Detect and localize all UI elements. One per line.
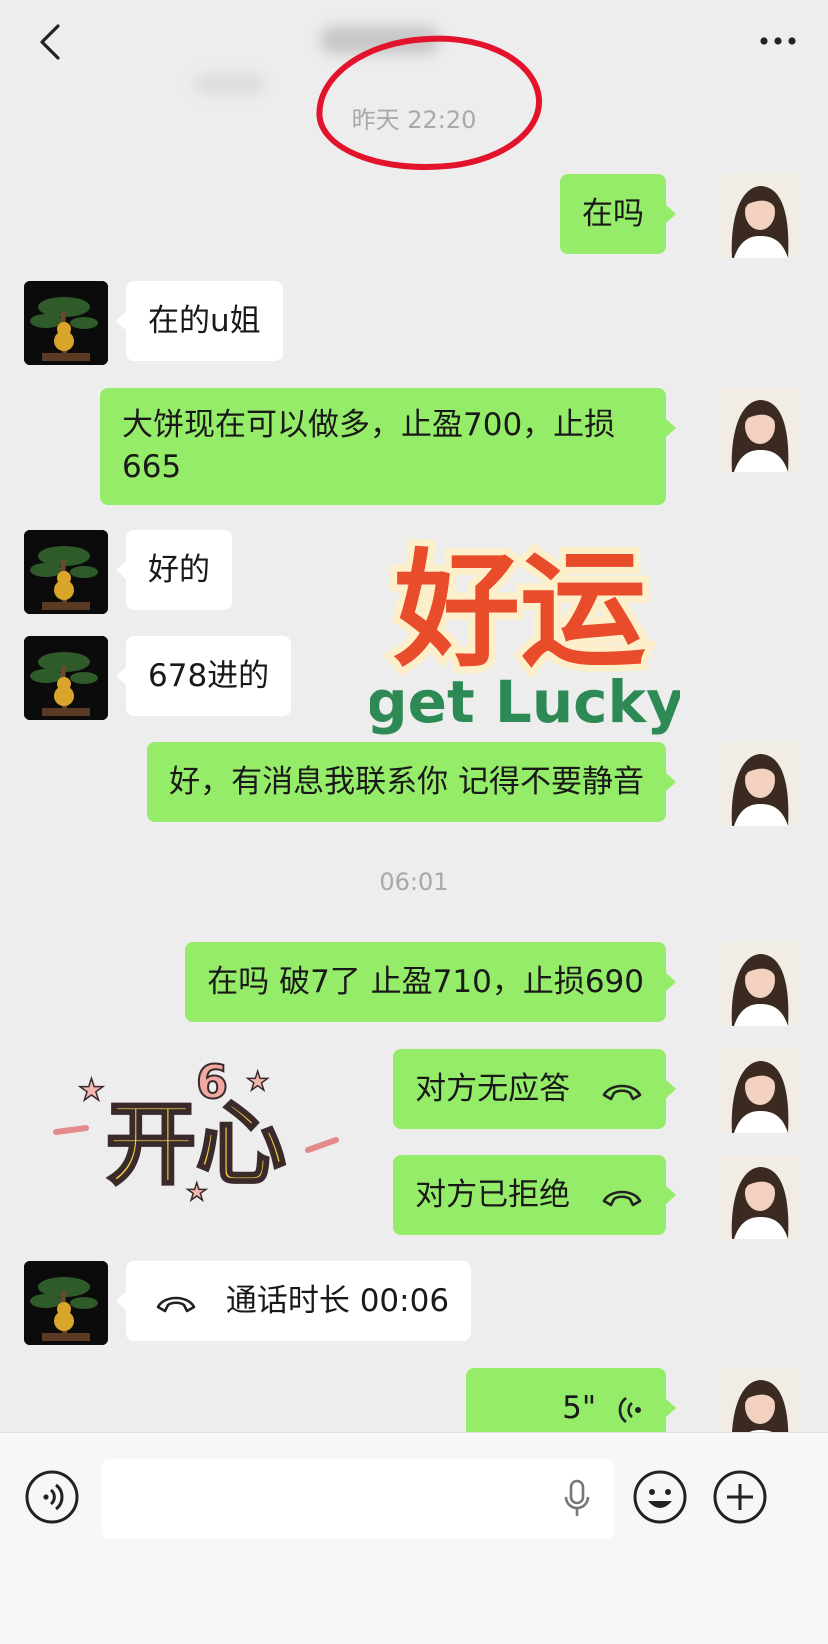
avatar-self[interactable] [718, 174, 802, 258]
bonsai-gourd-icon [24, 1261, 108, 1345]
phone-hangup-icon [156, 1296, 196, 1312]
avatar-self[interactable] [718, 388, 802, 472]
message-text: 大饼现在可以做多，止盈700，止损665 [122, 407, 616, 485]
avatar-self[interactable] [718, 1155, 802, 1239]
avatar-contact[interactable] [24, 1261, 108, 1345]
message-text: 好的 [148, 552, 210, 588]
message-text: 在的u姐 [148, 303, 261, 339]
message-bubble-incoming[interactable]: 678进的 [115, 636, 292, 716]
message-bubble-outgoing[interactable]: 大饼现在可以做多，止盈700，止损665 [100, 388, 676, 505]
woman-portrait-icon [718, 942, 802, 1026]
avatar-contact[interactable] [24, 636, 108, 720]
message-text: 678进的 [148, 658, 270, 694]
call-bubble-incoming[interactable]: 通话时长 00:06 [115, 1261, 472, 1341]
woman-portrait-icon [718, 1049, 802, 1133]
sticker-lucky-cn: 好运 [393, 537, 646, 684]
avatar-self[interactable] [718, 742, 802, 826]
message-bubble-outgoing[interactable]: 在吗 [560, 174, 676, 254]
voice-wave-icon [618, 1396, 641, 1423]
avatar-contact[interactable] [24, 530, 108, 614]
call-bubble-outgoing[interactable]: 对方无应答 [393, 1049, 676, 1129]
emoji-icon[interactable] [632, 1469, 688, 1525]
bonsai-gourd-icon [24, 636, 108, 720]
blurred-subtitle [195, 76, 265, 92]
message-text: 好，有消息我联系你 记得不要静音 [169, 764, 644, 800]
call-bubble-outgoing[interactable]: 对方已拒绝 [393, 1155, 676, 1235]
sticker-happy-cn: 开心 [106, 1092, 286, 1197]
message-text: 通话时长 00:06 [225, 1283, 450, 1319]
avatar-contact[interactable] [24, 281, 108, 365]
chat-input-bar [0, 1432, 828, 1644]
bonsai-gourd-icon [24, 530, 108, 614]
microphone-icon[interactable] [564, 1479, 590, 1519]
star-icon: ★ [78, 1073, 105, 1108]
voice-input-toggle-icon[interactable] [24, 1469, 80, 1525]
sticker-lucky-en: get Lucky [370, 668, 680, 736]
woman-portrait-icon [718, 1155, 802, 1239]
add-plus-icon[interactable] [712, 1469, 768, 1525]
happy-sticker[interactable]: ★ ★ ★ 6 开心 [46, 1040, 346, 1220]
woman-portrait-icon [718, 742, 802, 826]
sticker-dash [53, 1125, 89, 1135]
message-input[interactable] [102, 1459, 614, 1539]
message-text: 在吗 破7了 止盈710，止损690 [207, 964, 644, 1000]
woman-portrait-icon [718, 174, 802, 258]
bonsai-gourd-icon [24, 281, 108, 365]
message-bubble-outgoing[interactable]: 好，有消息我联系你 记得不要静音 [147, 742, 676, 822]
chevron-left-icon[interactable] [36, 22, 66, 62]
message-bubble-outgoing[interactable]: 在吗 破7了 止盈710，止损690 [185, 942, 676, 1022]
avatar-self[interactable] [718, 942, 802, 1026]
good-luck-sticker[interactable]: 好运 好运 get Lucky [370, 522, 680, 742]
phone-hangup-icon [602, 1084, 642, 1100]
message-text: 对方已拒绝 [415, 1177, 571, 1213]
voice-duration: 5" [562, 1390, 597, 1426]
sticker-dash [305, 1137, 339, 1153]
message-bubble-incoming[interactable]: 好的 [116, 530, 232, 610]
message-text: 在吗 [582, 196, 644, 232]
timestamp: 06:01 [379, 868, 449, 896]
woman-portrait-icon [718, 388, 802, 472]
message-text: 对方无应答 [415, 1071, 571, 1107]
avatar-self[interactable] [718, 1049, 802, 1133]
more-dots-icon[interactable] [758, 34, 798, 48]
phone-hangup-icon [602, 1190, 642, 1206]
message-bubble-incoming[interactable]: 在的u姐 [116, 281, 283, 361]
